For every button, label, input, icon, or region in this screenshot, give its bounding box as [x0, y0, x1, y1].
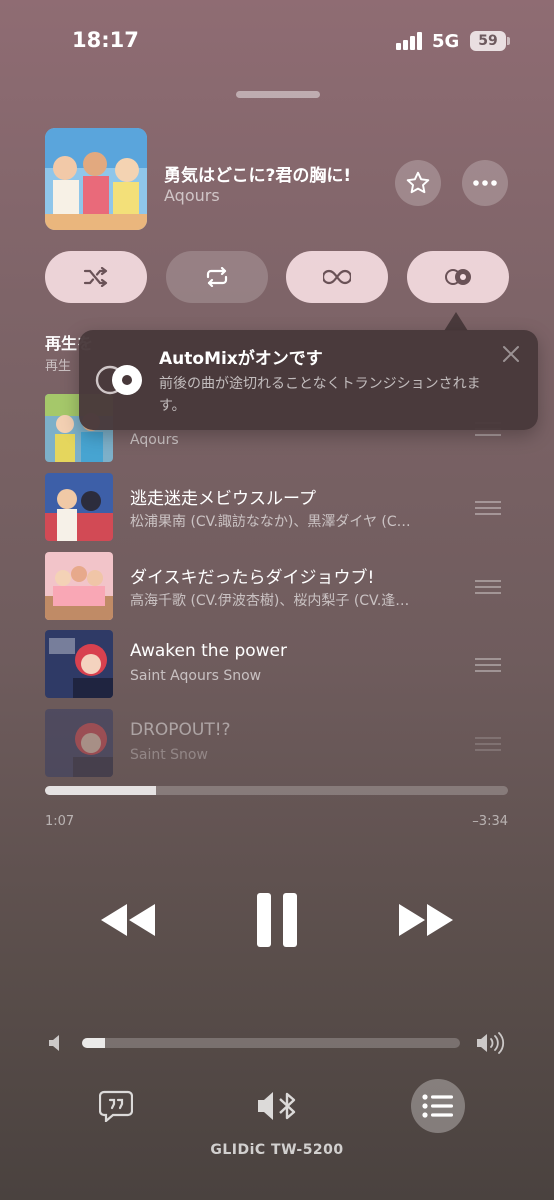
close-icon[interactable]	[500, 343, 522, 365]
bluetooth-speaker-icon	[258, 1092, 296, 1120]
volume-level-fill	[82, 1038, 105, 1048]
now-playing-title: 勇気はどこに?君の胸に!	[164, 166, 352, 186]
queue-item[interactable]: DROPOUT!? Saint Snow	[45, 709, 510, 777]
next-track-button[interactable]	[392, 890, 462, 950]
queue-item-title: ダイスキだったらダイジョウブ!	[130, 568, 375, 588]
output-device-name: GLIDiC TW-5200	[210, 1142, 344, 1158]
volume-low-icon	[49, 1035, 59, 1051]
drag-handle-icon[interactable]	[475, 658, 501, 672]
drag-handle-icon[interactable]	[475, 737, 501, 751]
tooltip-title: AutoMixがオンです	[159, 349, 323, 369]
pause-icon	[257, 893, 297, 947]
queue-item-artwork	[45, 473, 113, 541]
repeat-button[interactable]	[166, 251, 268, 303]
queue-item-artist: 松浦果南 (CV.諏訪ななか)、黒澤ダイヤ (C…	[130, 514, 411, 530]
more-options-button[interactable]	[462, 160, 508, 206]
automix-button[interactable]	[407, 251, 509, 303]
volume-high-icon	[477, 1032, 505, 1054]
battery-indicator: 59	[470, 31, 506, 51]
queue-item[interactable]: 逃走迷走メビウスループ 松浦果南 (CV.諏訪ななか)、黒澤ダイヤ (C…	[45, 473, 510, 541]
queue-item-title: DROPOUT!?	[130, 720, 231, 740]
cellular-signal-icon	[396, 32, 422, 50]
automix-icon	[445, 269, 471, 285]
remaining-time: –3:34	[472, 814, 508, 829]
queue-item-title: Awaken the power	[130, 641, 287, 661]
queue-item-artwork	[45, 552, 113, 620]
status-bar: 18:17 5G 59	[0, 0, 554, 84]
queue-section-subheading: 再生	[45, 359, 72, 374]
playback-scrubber[interactable]	[45, 786, 508, 795]
previous-track-button[interactable]	[92, 890, 162, 950]
status-time: 18:17	[72, 28, 139, 52]
queue-item-artwork	[45, 709, 113, 777]
sheet-grabber[interactable]	[236, 91, 320, 98]
now-playing-artwork[interactable]	[45, 128, 147, 230]
repeat-icon	[206, 267, 228, 287]
rewind-icon	[101, 904, 155, 936]
lyrics-icon	[99, 1090, 133, 1122]
queue-item-title: 逃走迷走メビウスループ	[130, 489, 316, 509]
drag-handle-icon[interactable]	[475, 580, 501, 594]
drag-handle-icon[interactable]	[475, 501, 501, 515]
queue-item-artist: Saint Snow	[130, 747, 208, 763]
autoplay-infinity-button[interactable]	[286, 251, 388, 303]
queue-button[interactable]	[411, 1079, 465, 1133]
tooltip-arrow	[444, 312, 468, 331]
shuffle-icon	[83, 267, 108, 287]
star-icon	[406, 171, 430, 194]
battery-tip	[507, 37, 510, 45]
automix-icon	[95, 365, 142, 395]
queue-item[interactable]: ダイスキだったらダイジョウブ! 高海千歌 (CV.伊波杏樹)、桜内梨子 (CV.…	[45, 552, 510, 620]
automix-tooltip: AutoMixがオンです 前後の曲が途切れることなくトランジションされます。	[79, 330, 538, 430]
queue-list-icon	[422, 1094, 453, 1118]
queue-item[interactable]: Awaken the power Saint Aqours Snow	[45, 630, 510, 698]
playback-progress-fill	[45, 786, 157, 795]
tooltip-description: 前後の曲が途切れることなくトランジションされます。	[159, 376, 481, 414]
favorite-button[interactable]	[395, 160, 441, 206]
lyrics-button[interactable]	[96, 1086, 136, 1126]
more-icon	[473, 180, 497, 186]
shuffle-button[interactable]	[45, 251, 147, 303]
elapsed-time: 1:07	[45, 814, 75, 829]
queue-item-artwork	[45, 630, 113, 698]
queue-item-artist: 高海千歌 (CV.伊波杏樹)、桜内梨子 (CV.逢…	[130, 593, 410, 609]
queue-item-artist: Saint Aqours Snow	[130, 668, 262, 684]
now-playing-artist[interactable]: Aqours	[164, 186, 220, 205]
output-device-button[interactable]	[254, 1086, 302, 1126]
network-type: 5G	[432, 31, 460, 52]
queue-item-artist: Aqours	[130, 432, 179, 448]
infinity-icon	[323, 269, 351, 285]
pause-button[interactable]	[246, 884, 308, 956]
volume-slider[interactable]	[82, 1038, 460, 1048]
fast-forward-icon	[399, 904, 453, 936]
